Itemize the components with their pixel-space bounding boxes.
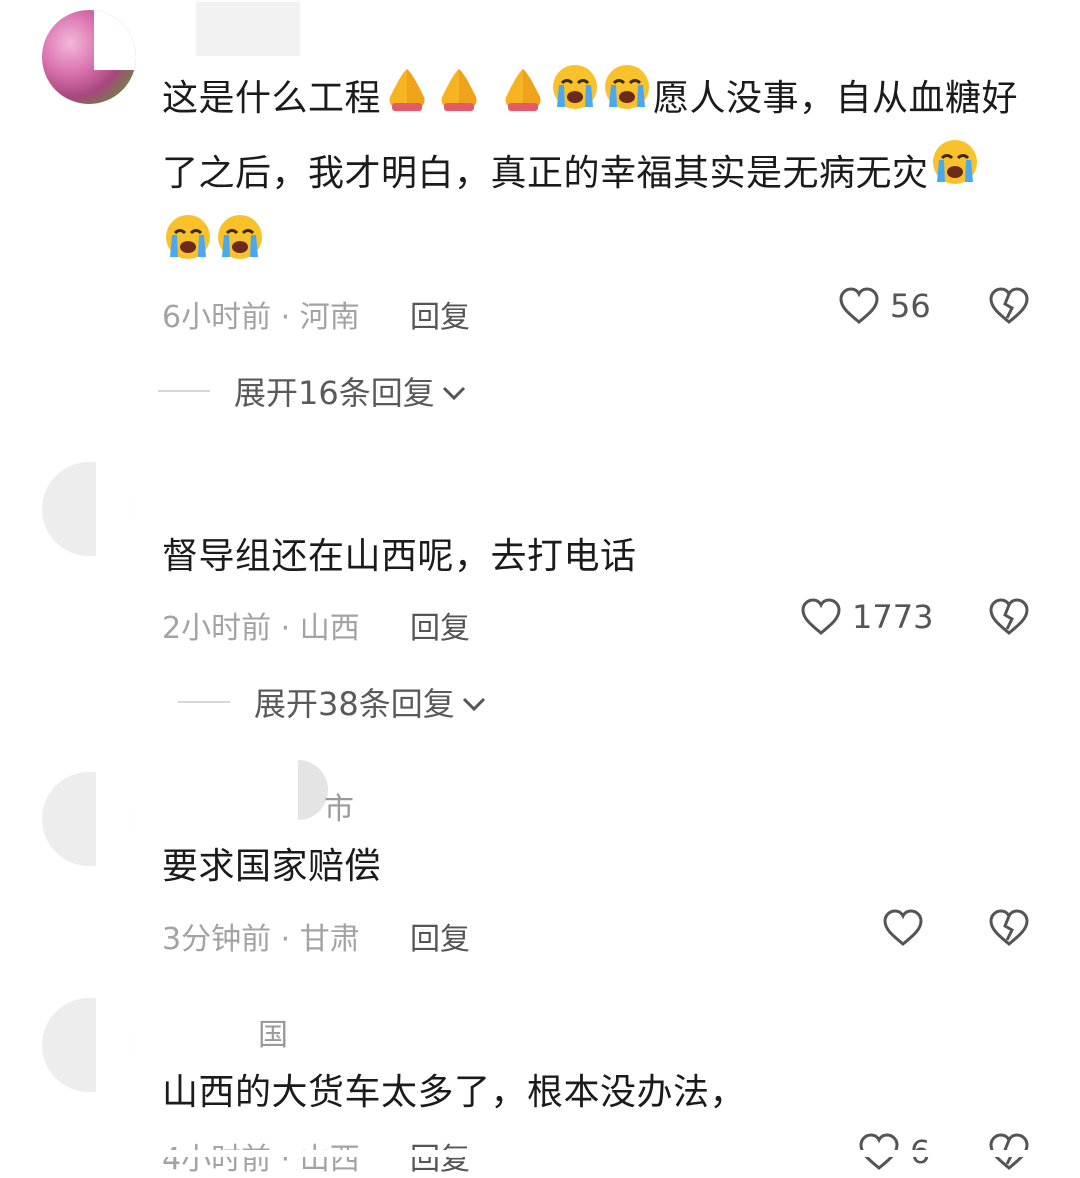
like-button[interactable]: 56 [838,286,931,326]
like-count: 56 [890,287,931,325]
broken-heart-outline-icon [988,598,1030,641]
expand-replies-button[interactable]: 展开16条回复 [158,368,467,414]
chevron-down-icon [461,683,487,721]
like-count: 1773 [852,598,934,636]
comment-time-location: 3分钟前 · 甘肃 [162,922,360,957]
comment-text: 要求国家赔偿 [162,846,382,887]
divider [178,701,230,703]
crying-face-emoji [930,138,980,212]
reply-button[interactable]: 回复 [410,292,470,336]
divider [158,390,210,392]
like-button[interactable]: 1773 [800,597,933,637]
reply-button[interactable]: 回复 [410,914,470,958]
pray-emoji [498,63,548,137]
comment-time-location: 6小时前 · 河南 [162,300,360,335]
broken-heart-outline-icon [988,287,1030,330]
username-redacted[interactable] [196,2,300,56]
expand-replies-label: 展开38条回复 [254,685,455,723]
heart-outline-icon [800,597,842,637]
pray-emoji [434,63,484,137]
comment-text: 这是什么工程 愿人没事，自从血糖好 了之后，我才明白，真正的幸福其实是无病无灾 [162,62,1042,287]
broken-heart-outline-icon [988,909,1030,952]
avatar[interactable] [42,462,136,556]
crying-face-emoji [602,63,652,137]
username[interactable]: 市 [324,784,354,828]
username[interactable]: 国 [258,1010,288,1054]
broken-heart-outline-icon [988,1133,1030,1176]
bottom-crop-edge [0,1150,1080,1157]
expand-replies-button[interactable]: 展开38条回复 [178,679,487,725]
crying-face-emoji [550,63,600,137]
avatar[interactable] [42,10,136,104]
reply-button[interactable]: 回复 [410,603,470,647]
comment-text: 山西的大货车太多了，根本没办法， [162,1072,747,1113]
chevron-down-icon [441,372,467,410]
pray-emoji [382,63,432,137]
comment-text: 督导组还在山西呢，去打电话 [162,536,637,577]
avatar[interactable] [42,998,136,1092]
heart-outline-icon [882,908,924,948]
comment-time-location: 2小时前 · 山西 [162,611,360,646]
avatar[interactable] [42,772,136,866]
crying-face-emoji [163,213,213,287]
like-button[interactable] [882,908,924,948]
dislike-button[interactable] [988,908,1030,952]
heart-outline-icon [838,286,880,326]
expand-replies-label: 展开16条回复 [234,374,435,412]
dislike-button[interactable] [988,286,1030,330]
crying-face-emoji [215,213,265,287]
dislike-button[interactable] [988,597,1030,641]
